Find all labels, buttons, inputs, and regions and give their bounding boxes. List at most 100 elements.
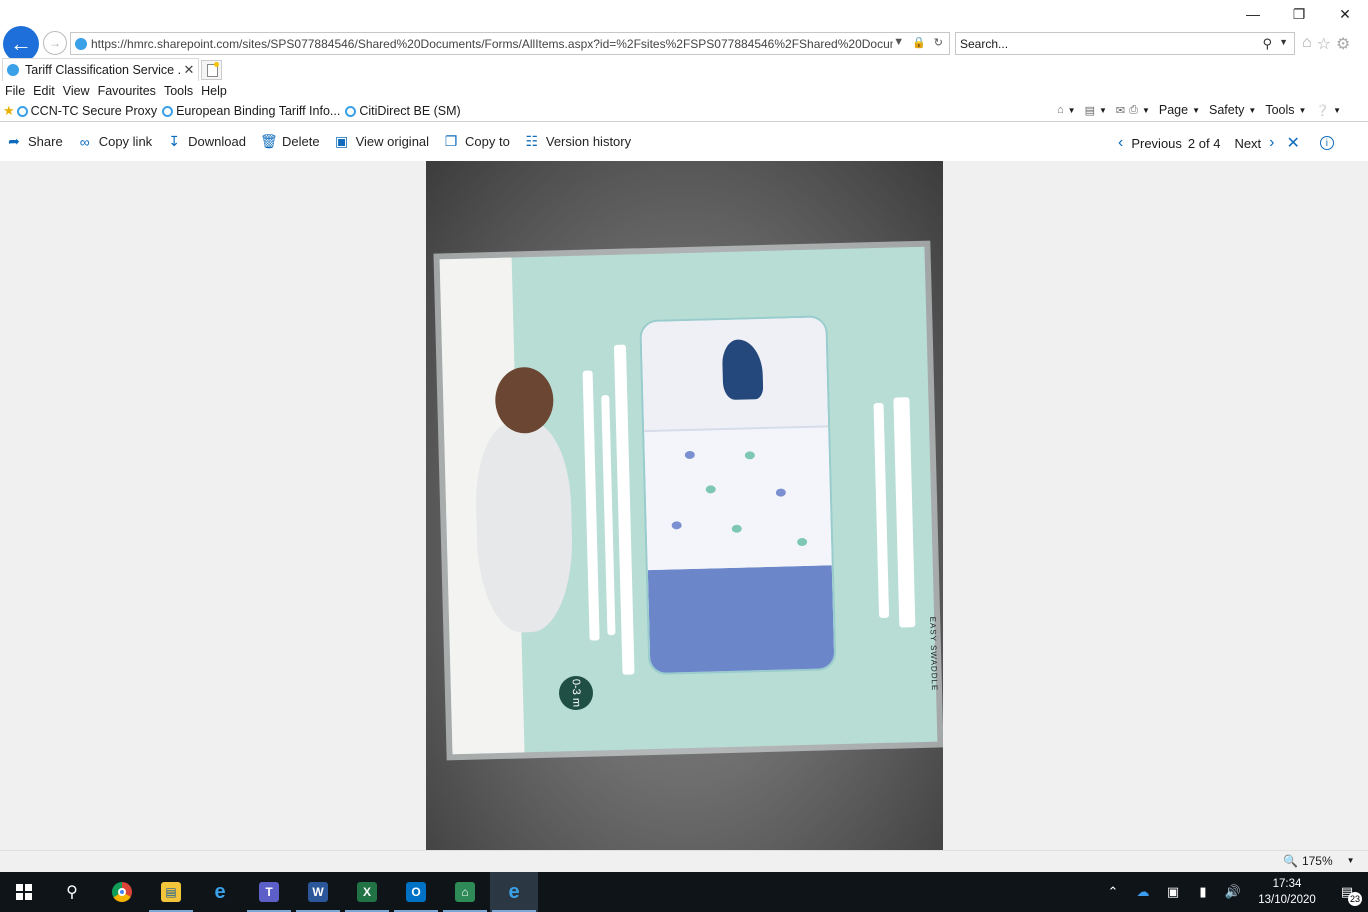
close-icon[interactable]: ✕ [1287,133,1300,153]
menu-view[interactable]: View [63,81,90,101]
chevron-left-icon[interactable]: ‹ [1118,134,1123,152]
favourite-label: CCN-TC Secure Proxy [30,104,158,118]
chevron-down-icon[interactable]: ▼ [1068,106,1076,115]
window-controls: — ❐ ✕ [1230,0,1368,28]
status-bar: 🔍 175% ▼ [0,850,1368,872]
network-icon[interactable]: ▣ [1158,884,1188,900]
start-button[interactable] [0,872,48,912]
settings-gear-icon[interactable]: ⚙ [1336,34,1350,54]
print-icon[interactable]: ⎙ [1129,104,1138,117]
teams-icon[interactable]: T [245,872,293,912]
notifications-button[interactable]: ▤ 23 [1326,884,1368,906]
favourite-citidirect[interactable]: CitiDirect BE (SM) [345,104,461,118]
redaction-mark [893,397,916,628]
restore-button[interactable]: ❐ [1276,0,1322,28]
address-tools: ▼ 🔒 ↻ [893,36,943,49]
tab-row: Tariff Classification Service ... ✕ [0,58,1368,81]
redaction-mark [613,344,635,675]
chevron-down-icon[interactable]: ▼ [1299,106,1307,115]
redaction-mark [873,402,890,619]
redaction-mark [582,370,600,641]
version-history-label: Version history [545,134,632,149]
refresh-icon[interactable]: ↻ [934,36,943,49]
excel-icon[interactable]: X [343,872,391,912]
address-dropdown-icon[interactable]: ▼ [893,36,904,49]
chevron-down-icon[interactable]: ▼ [1142,106,1150,115]
address-text[interactable]: https://hmrc.sharepoint.com/sites/SPS077… [91,37,903,51]
download-button[interactable]: ↧ Download [166,133,246,150]
close-icon[interactable]: ✕ [180,62,198,78]
view-original-button[interactable]: ▣ View original [334,133,429,150]
search-input[interactable] [960,36,1250,51]
feeds-icon[interactable]: ▤ [1085,104,1095,117]
clock-time: 17:34 [1272,878,1302,890]
ie-icon [162,105,174,117]
age-badge: 0-3 m [558,675,594,711]
search-icon[interactable]: ⚲ [1262,36,1272,52]
menu-file[interactable]: File [5,81,25,101]
onedrive-icon[interactable]: ☁ [1128,884,1158,900]
home-cmd-icon[interactable]: ⌂ [1057,104,1064,116]
copy-to-button[interactable]: ❐ Copy to [443,133,510,150]
ie-icon [16,105,28,117]
page-counter: 2 of 4 [1187,135,1221,151]
tab-tariff-classification[interactable]: Tariff Classification Service ... ✕ [2,58,199,81]
back-button[interactable]: ← [3,26,39,62]
address-bar[interactable]: https://hmrc.sharepoint.com/sites/SPS077… [70,32,950,55]
chevron-down-icon[interactable]: ▼ [1333,106,1341,115]
copy-link-button[interactable]: ∞ Copy link [77,134,152,150]
version-history-button[interactable]: ☷ Version history [524,133,632,150]
close-window-button[interactable]: ✕ [1322,0,1368,28]
search-icon[interactable]: ⚲ [48,872,96,912]
next-button[interactable]: Next [1234,136,1261,151]
cmd-safety[interactable]: Safety [1209,103,1244,117]
baby-head-image [494,366,555,435]
search-dropdown-icon[interactable]: ▼ [1279,37,1288,47]
favourite-ccn-tc[interactable]: CCN-TC Secure Proxy [16,104,158,118]
delete-button[interactable]: 🗑 Delete [260,133,320,150]
menu-edit[interactable]: Edit [33,81,55,101]
chevron-up-icon[interactable]: ⌃ [1098,884,1128,900]
clock[interactable]: 17:34 13/10/2020 [1248,876,1326,908]
share-button[interactable]: ➦ Share [6,133,63,150]
help-icon[interactable]: ❔ [1315,104,1329,117]
chrome-icon[interactable] [98,872,146,912]
favourite-ebti[interactable]: European Binding Tariff Info... [162,104,340,118]
volume-icon[interactable]: 🔊 [1218,884,1248,900]
baby-image [473,421,575,634]
chevron-down-icon[interactable]: ▼ [1248,106,1256,115]
chevron-right-icon[interactable]: › [1269,134,1274,152]
chevron-down-icon[interactable]: ▼ [1099,106,1107,115]
menu-help[interactable]: Help [201,81,227,101]
ie-active-icon[interactable]: e [490,872,538,912]
chevron-down-icon[interactable]: ▼ [1347,854,1355,868]
forward-button[interactable]: → [43,31,67,55]
lock-icon[interactable]: 🔒 [912,36,926,49]
chevron-down-icon[interactable]: ▼ [1192,106,1200,115]
cmd-page[interactable]: Page [1159,103,1188,117]
mail-icon[interactable]: ✉ [1116,104,1125,117]
address-row: ← → https://hmrc.sharepoint.com/sites/SP… [0,26,1368,62]
new-tab-button[interactable] [201,60,222,80]
cmd-tools[interactable]: Tools [1265,103,1294,117]
home-icon[interactable]: ⌂ [1302,34,1312,54]
info-icon[interactable]: i [1319,136,1334,150]
outlook-icon[interactable]: O [392,872,440,912]
file-explorer-icon[interactable]: ▤ [147,872,195,912]
minimize-button[interactable]: — [1230,0,1276,28]
package-window [639,315,837,676]
previous-button[interactable]: Previous [1131,136,1182,151]
favorites-star-icon[interactable]: ☆ [1317,34,1331,54]
battery-icon[interactable]: ▮ [1188,884,1218,900]
favourites-star-icon[interactable]: ★ [3,103,15,119]
zoom-control[interactable]: 🔍 175% ▼ [1283,854,1355,868]
app-icon[interactable]: ⌂ [441,872,489,912]
dinosaur-print [721,339,764,401]
ie-taskbar-icon[interactable]: e [196,872,244,912]
menu-tools[interactable]: Tools [164,81,193,101]
word-icon[interactable]: W [294,872,342,912]
menu-favourites[interactable]: Favourites [98,81,156,101]
favourites-bar: ★ CCN-TC Secure Proxy European Binding T… [0,101,1368,122]
trash-icon: 🗑 [260,133,278,149]
search-box[interactable]: ⚲ ▼ [955,32,1295,55]
